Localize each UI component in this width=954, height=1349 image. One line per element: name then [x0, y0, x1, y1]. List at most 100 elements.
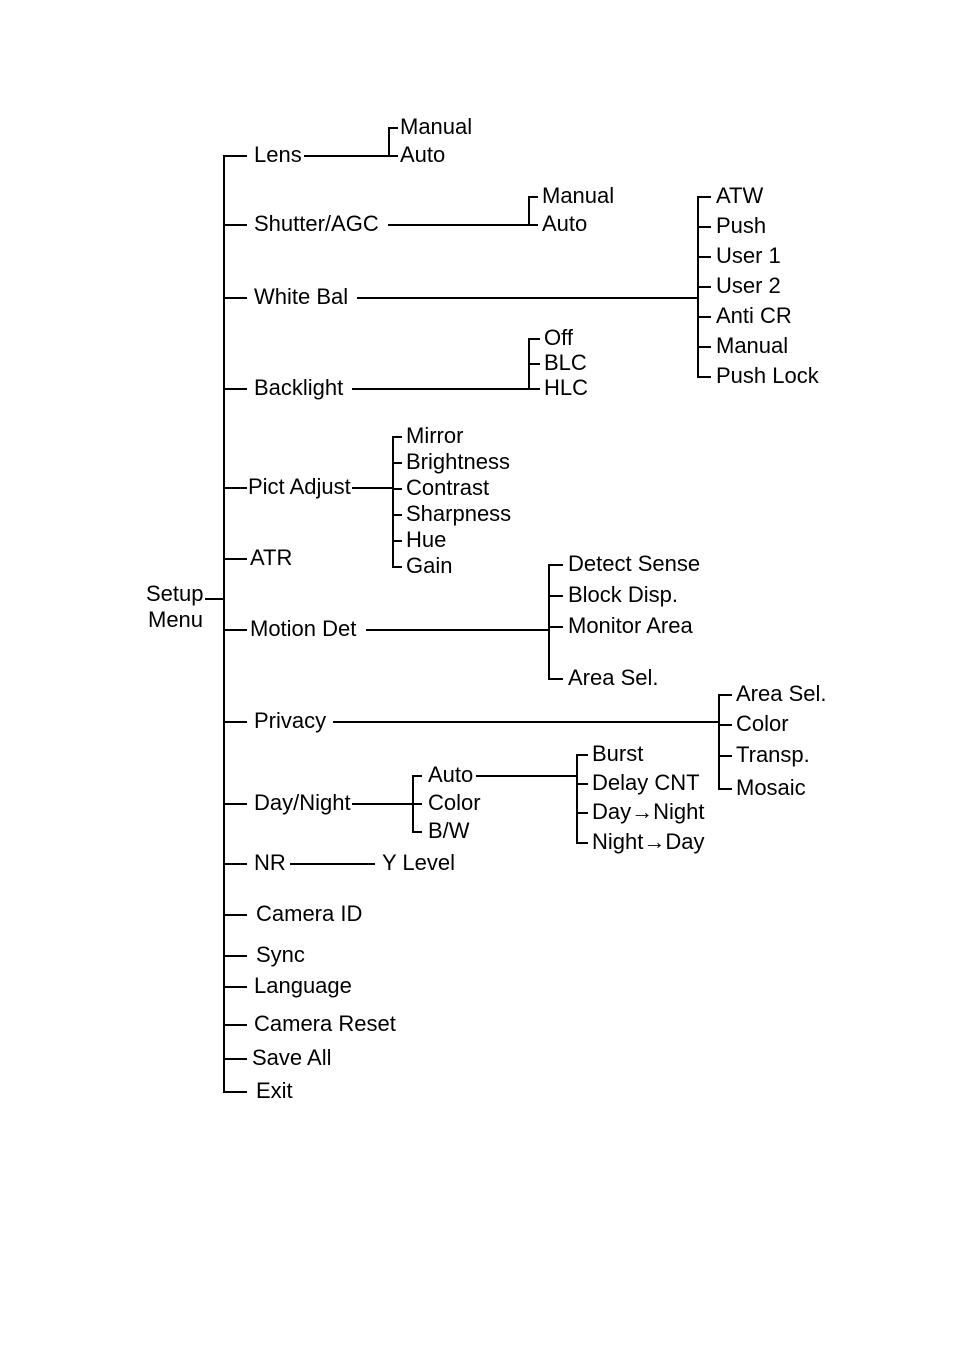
diagram-line	[223, 1091, 247, 1093]
diagram-line	[718, 755, 732, 757]
diagram-line	[223, 863, 247, 865]
menu-item-lens: Lens	[254, 144, 302, 166]
diagram-line	[352, 803, 412, 805]
menu-item-dna-nighttoday: Night→Day	[592, 831, 704, 853]
diagram-line	[392, 462, 402, 464]
menu-item-lens-manual: Manual	[400, 116, 472, 138]
menu-item-shutter-agc: Shutter/AGC	[254, 213, 379, 235]
root-label-line2: Menu	[148, 609, 203, 631]
diagram-line	[223, 721, 247, 723]
menu-item-wb-pushlock: Push Lock	[716, 365, 819, 387]
menu-item-day-night: Day/Night	[254, 792, 351, 814]
menu-item-dn-auto: Auto	[428, 764, 473, 786]
diagram-line	[528, 224, 538, 226]
menu-item-backlight: Backlight	[254, 377, 343, 399]
menu-item-pv-areasel: Area Sel.	[736, 683, 827, 705]
menu-item-lens-auto: Auto	[400, 144, 445, 166]
diagram-line	[388, 127, 398, 129]
diagram-line	[718, 788, 732, 790]
diagram-line	[412, 803, 422, 805]
diagram-line	[223, 629, 247, 631]
menu-item-md-areasel: Area Sel.	[568, 667, 659, 689]
diagram-line	[548, 626, 563, 628]
diagram-line	[223, 914, 247, 916]
menu-item-wb-atw: ATW	[716, 185, 763, 207]
diagram-line	[576, 812, 588, 814]
diagram-line	[718, 724, 732, 726]
diagram-line	[223, 986, 247, 988]
diagram-line	[412, 775, 422, 777]
menu-item-camera-id: Camera ID	[256, 903, 362, 925]
menu-item-pict-adjust: Pict Adjust	[248, 476, 351, 498]
diagram-line	[223, 558, 247, 560]
diagram-line	[223, 155, 225, 1093]
menu-item-atr: ATR	[250, 547, 292, 569]
root-label-line1: Setup	[146, 583, 204, 605]
menu-item-pa-sharpness: Sharpness	[406, 503, 511, 525]
diagram-line	[388, 127, 390, 157]
menu-item-wb-push: Push	[716, 215, 766, 237]
menu-item-pa-gain: Gain	[406, 555, 452, 577]
menu-item-privacy: Privacy	[254, 710, 326, 732]
diagram-line	[412, 831, 422, 833]
diagram-line	[392, 514, 402, 516]
diagram-line	[223, 388, 247, 390]
diagram-line	[352, 388, 528, 390]
diagram-line	[223, 155, 247, 157]
menu-item-motion-det: Motion Det	[250, 618, 356, 640]
diagram-line	[528, 388, 540, 390]
menu-item-bl-hlc: HLC	[544, 377, 588, 399]
diagram-line	[392, 488, 402, 490]
diagram-line	[290, 863, 375, 865]
menu-item-wb-anticr: Anti CR	[716, 305, 792, 327]
diagram-line	[528, 338, 540, 340]
menu-item-pv-color: Color	[736, 713, 789, 735]
menu-item-shutter-manual: Manual	[542, 185, 614, 207]
diagram-line	[576, 754, 578, 842]
diagram-line	[223, 955, 247, 957]
menu-item-camera-reset: Camera Reset	[254, 1013, 396, 1035]
diagram-line	[697, 226, 711, 228]
menu-item-dn-color: Color	[428, 792, 481, 814]
menu-item-nr-ylevel: Y Level	[382, 852, 455, 874]
diagram-line	[357, 297, 697, 299]
menu-item-wb-user2: User 2	[716, 275, 781, 297]
menu-item-white-bal: White Bal	[254, 286, 348, 308]
menu-item-dna-daytonight: Day→Night	[592, 801, 704, 823]
menu-item-pv-mosaic: Mosaic	[736, 777, 806, 799]
diagram-line	[304, 155, 388, 157]
menu-item-save-all: Save All	[252, 1047, 332, 1069]
menu-item-nr: NR	[254, 852, 286, 874]
menu-item-shutter-auto: Auto	[542, 213, 587, 235]
diagram-line	[718, 694, 720, 788]
menu-item-sync: Sync	[256, 944, 305, 966]
diagram-line	[697, 196, 711, 198]
menu-item-bl-blc: BLC	[544, 352, 587, 374]
menu-item-md-detectsense: Detect Sense	[568, 553, 700, 575]
menu-item-pa-contrast: Contrast	[406, 477, 489, 499]
menu-item-md-monitorarea: Monitor Area	[568, 615, 693, 637]
menu-item-wb-user1: User 1	[716, 245, 781, 267]
diagram-line	[576, 754, 588, 756]
diagram-line	[528, 196, 538, 198]
diagram-line	[548, 564, 550, 678]
diagram-line	[352, 487, 392, 489]
diagram-line	[548, 564, 563, 566]
menu-item-pa-hue: Hue	[406, 529, 446, 551]
diagram-line	[223, 1058, 247, 1060]
menu-item-wb-manual: Manual	[716, 335, 788, 357]
menu-item-pa-brightness: Brightness	[406, 451, 510, 473]
diagram-line	[697, 286, 711, 288]
menu-item-dn-bw: B/W	[428, 820, 470, 842]
diagram-line	[548, 595, 563, 597]
diagram-line	[388, 155, 398, 157]
diagram-line	[223, 224, 247, 226]
diagram-line	[697, 316, 711, 318]
menu-item-pa-mirror: Mirror	[406, 425, 463, 447]
diagram-line	[333, 721, 718, 723]
diagram-line	[576, 842, 588, 844]
diagram-line	[392, 566, 402, 568]
menu-item-md-blockdisp: Block Disp.	[568, 584, 678, 606]
diagram-line	[576, 783, 588, 785]
diagram-line	[697, 346, 711, 348]
